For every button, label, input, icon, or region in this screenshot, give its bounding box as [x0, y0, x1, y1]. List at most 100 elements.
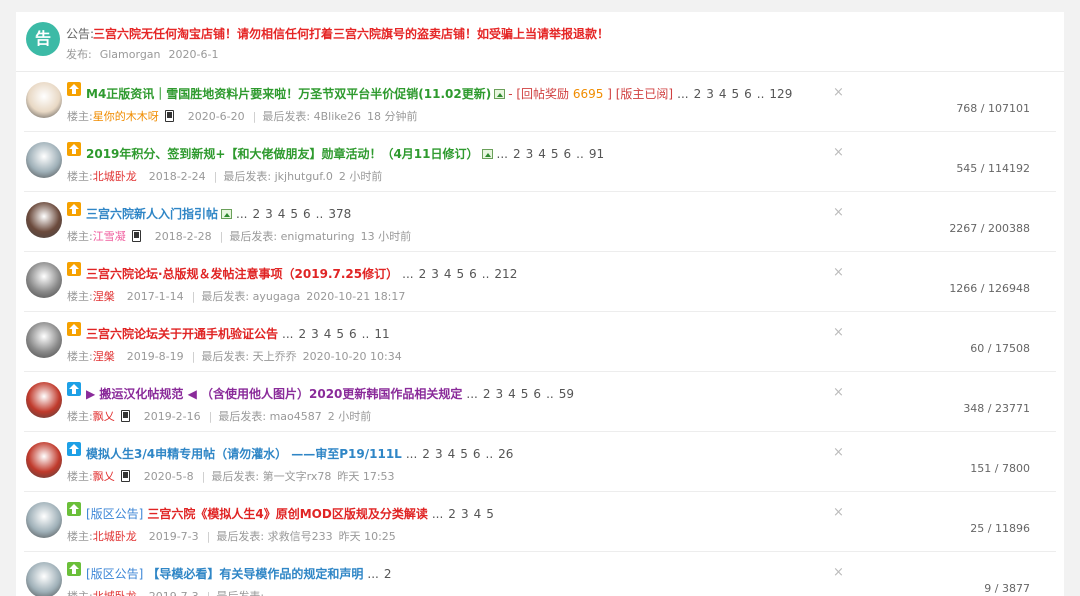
close-icon[interactable]: ×: [833, 385, 844, 400]
page-link[interactable]: 6: [533, 387, 541, 401]
close-icon[interactable]: ×: [833, 85, 844, 100]
page-link[interactable]: 2: [384, 567, 392, 581]
page-link[interactable]: 6: [349, 327, 357, 341]
last-poster-link[interactable]: 4Blike26: [310, 110, 361, 123]
avatar[interactable]: [26, 382, 62, 418]
page-link[interactable]: 6: [473, 447, 481, 461]
publisher-link[interactable]: Glamorgan: [100, 48, 161, 61]
last-poster-link[interactable]: jkjhutguf.0: [271, 170, 333, 183]
forum-tag-link[interactable]: [版区公告]: [86, 507, 143, 521]
last-poster-link[interactable]: mao4587: [266, 410, 322, 423]
page-link[interactable]: 4: [719, 87, 727, 101]
page-link[interactable]: 4: [474, 507, 482, 521]
thread-title-link[interactable]: M4正版资讯｜雪国胜地资料片要来啦！万圣节双平台半价促销(11.02更新): [86, 87, 491, 101]
close-icon[interactable]: ×: [833, 145, 844, 160]
avatar[interactable]: [26, 82, 62, 118]
thread-title-link[interactable]: ▶ 搬运汉化帖规范 ◀ （含使用他人图片）2020更新韩国作品相关规定: [86, 387, 462, 401]
page-link[interactable]: 2: [298, 327, 306, 341]
close-icon[interactable]: ×: [833, 325, 844, 340]
page-link[interactable]: 4: [448, 447, 456, 461]
page-link[interactable]: 3: [431, 267, 439, 281]
page-link[interactable]: 129: [769, 87, 792, 101]
owner-label: 楼主:: [67, 590, 93, 596]
page-link[interactable]: 5: [732, 87, 740, 101]
page-link[interactable]: 91: [589, 147, 604, 161]
avatar[interactable]: [26, 442, 62, 478]
thread-title-link[interactable]: 模拟人生3/4申精专用帖（请勿灌水） ——审至P19/111L: [86, 447, 402, 461]
page-link[interactable]: 3: [435, 447, 443, 461]
forum-tag-link[interactable]: [版区公告]: [86, 567, 143, 581]
thread-title-link[interactable]: 2019年积分、签到新规+【和大佬做朋友】勋章活动！（4月11日修订）: [86, 147, 479, 161]
author-link[interactable]: 飘乂: [93, 410, 115, 423]
avatar[interactable]: [26, 562, 62, 596]
page-link[interactable]: 4: [278, 207, 286, 221]
page-link[interactable]: 6: [469, 267, 477, 281]
last-poster-link[interactable]: enigmaturing: [277, 230, 355, 243]
page-link[interactable]: 6: [303, 207, 311, 221]
page-link[interactable]: 4: [508, 387, 516, 401]
page-link[interactable]: 5: [521, 387, 529, 401]
pagination: ... 2 3 4 5 6.. 11: [282, 327, 395, 341]
page-link[interactable]: 5: [290, 207, 298, 221]
last-poster-link[interactable]: 天上乔乔: [249, 350, 297, 363]
close-icon[interactable]: ×: [833, 205, 844, 220]
page-link[interactable]: 5: [551, 147, 559, 161]
page-link[interactable]: 3: [526, 147, 534, 161]
avatar[interactable]: [26, 202, 62, 238]
page-link[interactable]: 212: [494, 267, 517, 281]
page-link[interactable]: 5: [486, 507, 494, 521]
close-icon[interactable]: ×: [833, 505, 844, 520]
author-link[interactable]: 飘乂: [93, 470, 115, 483]
avatar[interactable]: [26, 262, 62, 298]
page-ellipsis: ...: [431, 507, 444, 521]
page-link[interactable]: 3: [311, 327, 319, 341]
author-link[interactable]: 涅槃: [93, 290, 115, 303]
page-link[interactable]: 3: [265, 207, 273, 221]
close-icon[interactable]: ×: [833, 565, 844, 580]
last-poster-link[interactable]: 第一文字rx78: [259, 470, 332, 483]
page-link[interactable]: 4: [324, 327, 332, 341]
page-link[interactable]: 6: [744, 87, 752, 101]
avatar[interactable]: [26, 502, 62, 538]
announcement-link[interactable]: 三宫六院无任何淘宝店铺！请勿相信任何打着三宫六院旗号的盗卖店铺！如受骗上当请举报…: [93, 25, 609, 42]
author-link[interactable]: 北城卧龙: [93, 170, 137, 183]
page-link[interactable]: 2: [422, 447, 430, 461]
author-link[interactable]: 星你的木木呀: [93, 110, 159, 123]
page-link[interactable]: 5: [460, 447, 468, 461]
thread-title-link[interactable]: 三宫六院新人入门指引帖: [86, 207, 218, 221]
page-link[interactable]: 2: [448, 507, 456, 521]
page-link[interactable]: 3: [461, 507, 469, 521]
last-poster-link[interactable]: ayugaga: [249, 290, 301, 303]
thread-title-link[interactable]: 三宫六院论坛·总版规＆发帖注意事项（2019.7.25修订）: [86, 267, 398, 281]
page-link[interactable]: 11: [374, 327, 389, 341]
author-link[interactable]: 北城卧龙: [93, 590, 137, 596]
thread-title-link[interactable]: 三宫六院《模拟人生4》原创MOD区版规及分类解读: [147, 507, 427, 521]
author-link[interactable]: 涅槃: [93, 350, 115, 363]
avatar[interactable]: [26, 322, 62, 358]
page-link[interactable]: 2: [694, 87, 702, 101]
page-link[interactable]: 378: [328, 207, 351, 221]
page-link[interactable]: 3: [706, 87, 714, 101]
page-link[interactable]: 59: [559, 387, 574, 401]
thread-title-link[interactable]: 三宫六院论坛关于开通手机验证公告: [86, 327, 278, 341]
page-link[interactable]: 5: [457, 267, 465, 281]
reply-view-count: 2267 / 200388: [949, 222, 1030, 235]
page-link[interactable]: 5: [336, 327, 344, 341]
page-link[interactable]: 6: [564, 147, 572, 161]
page-link[interactable]: 26: [498, 447, 513, 461]
page-link[interactable]: 2: [252, 207, 260, 221]
thread-title-link[interactable]: 【导模必看】有关导模作品的规定和声明: [147, 567, 363, 581]
page-link[interactable]: 3: [496, 387, 504, 401]
close-icon[interactable]: ×: [833, 265, 844, 280]
page-link[interactable]: 2: [483, 387, 491, 401]
page-link[interactable]: 4: [444, 267, 452, 281]
author-link[interactable]: 北城卧龙: [93, 530, 137, 543]
thread-list-panel: 告 公告: 三宫六院无任何淘宝店铺！请勿相信任何打着三宫六院旗号的盗卖店铺！如受…: [16, 12, 1064, 596]
author-link[interactable]: 江雪凝: [93, 230, 126, 243]
last-poster-link[interactable]: 求救信号233: [264, 530, 333, 543]
page-link[interactable]: 2: [419, 267, 427, 281]
page-link[interactable]: 2: [513, 147, 521, 161]
page-link[interactable]: 4: [538, 147, 546, 161]
close-icon[interactable]: ×: [833, 445, 844, 460]
avatar[interactable]: [26, 142, 62, 178]
